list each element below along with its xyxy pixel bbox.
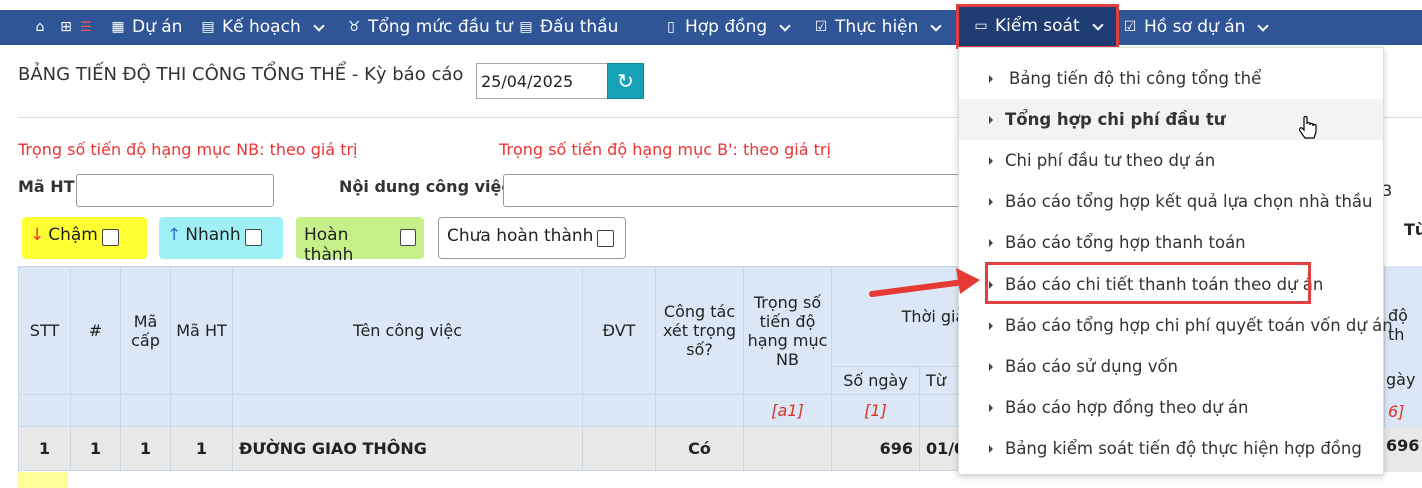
caret-right-icon (989, 239, 993, 247)
menu-item-quyet-toan-von[interactable]: Báo cáo tổng hợp chi phí quyết toán vốn … (959, 305, 1393, 346)
highlight-box (985, 262, 1311, 304)
hand-cursor-icon (1299, 116, 1317, 139)
weight-b-note: Trọng số tiến độ hạng mục B': theo giá t… (499, 140, 831, 159)
ma-ht-label: Mã HT (18, 177, 75, 196)
filter-cham[interactable]: ↓ Chậm (22, 217, 147, 259)
menu-item-bang-tien-do[interactable]: Bảng tiến độ thi công tổng thể (959, 58, 1383, 99)
nav-item-dau-thau[interactable]: ▤ Đấu thầu (518, 10, 618, 45)
row2-stt-cell (18, 472, 68, 488)
money-bag-icon: ♉ (347, 19, 361, 35)
menu-item-su-dung-von[interactable]: Báo cáo sử dụng vốn (959, 346, 1383, 387)
weight-nb-note: Trọng số tiến độ hạng mục NB: theo giá t… (18, 140, 358, 159)
cut-value: 696 (1386, 436, 1420, 455)
cut-code: 6] (1388, 402, 1405, 421)
header-hash: # (70, 266, 121, 395)
code-a1: [a1] (743, 394, 832, 427)
code-1: [1] (831, 394, 920, 427)
menu-item-tong-hop-thanh-toan[interactable]: Báo cáo tổng hợp thanh toán (959, 222, 1383, 263)
cut-header: độ th (1388, 306, 1408, 344)
nav-item-du-an[interactable]: ▦ Dự án (110, 10, 182, 45)
header-dvt: ĐVT (582, 266, 656, 395)
page-title: BẢNG TIẾN ĐỘ THI CÔNG TỔNG THỂ - Kỳ báo … (18, 64, 464, 85)
refresh-icon: ↻ (617, 69, 634, 93)
menu-item-ket-qua-lcnt[interactable]: Báo cáo tổng hợp kết quả lựa chọn nhà th… (959, 181, 1383, 222)
top-navbar: ⌂ ⊞ ☰ ▦ Dự án ▤ Kế hoạch ♉ Tổng mức đầu tư ▤… (0, 4, 1422, 49)
calendar-icon: ▤ (201, 19, 215, 35)
nav-item-hop-dong[interactable]: ▯ Hợp đồng (663, 10, 791, 45)
chevron-down-icon (1257, 19, 1270, 32)
caret-right-icon (989, 116, 993, 124)
filter-chua-hoan-thanh[interactable]: Chưa hoàn thành (438, 217, 626, 259)
caret-right-icon (989, 404, 993, 412)
nav-item-ho-so-du-an[interactable]: ☑ Hồ sơ dự án (1122, 10, 1270, 45)
cham-checkbox[interactable] (101, 229, 119, 246)
noi-dung-input[interactable] (503, 174, 963, 207)
monitor-icon: ▭ (974, 18, 988, 34)
refresh-button[interactable]: ↻ (607, 63, 644, 99)
check-icon: ☑ (814, 19, 828, 35)
chevron-down-icon (779, 19, 791, 32)
home-icon[interactable]: ⌂ (32, 10, 48, 45)
header-trong-so: Trọng số tiến độ hạng mục NB (743, 266, 832, 395)
header-ma-ht: Mã HT (170, 266, 233, 395)
progress-table: STT # Mã cấp Mã HT Tên công việc ĐVT Côn… (18, 266, 967, 471)
header-ten-cong-viec: Tên công việc (232, 266, 583, 395)
chevron-down-icon (1091, 18, 1104, 31)
caret-right-icon (989, 445, 993, 453)
caret-right-icon (989, 363, 993, 371)
nav-item-kiem-soat[interactable]: ▭ Kiểm soát (956, 4, 1119, 49)
nav-item-ke-hoach[interactable]: ▤ Kế hoạch (200, 10, 325, 45)
header-cong-tac: Công tác xét trọng số? (655, 266, 744, 395)
kiem-soat-dropdown-menu: Bảng tiến độ thi công tổng thể Tổng hợp … (958, 47, 1393, 475)
header-ma-cap: Mã cấp (120, 266, 171, 395)
caret-right-icon (989, 157, 993, 165)
menu-item-tong-hop-chi-phi[interactable]: Tổng hợp chi phí đầu tư (959, 99, 1383, 140)
chua-hoan-thanh-checkbox[interactable] (597, 230, 615, 247)
caret-right-icon (989, 198, 993, 206)
document-icon: ▯ (667, 19, 675, 35)
caret-right-icon (989, 75, 993, 83)
hoan-thanh-checkbox[interactable] (400, 229, 416, 246)
folder-check-icon: ☑ (1123, 19, 1137, 35)
nhanh-checkbox[interactable] (244, 229, 262, 246)
grid-icon[interactable]: ⊞ ☰ (58, 10, 92, 45)
nav-item-tong-muc-dau-tu[interactable]: ♉ Tổng mức đầu tư (346, 10, 513, 45)
filter-hoan-thanh[interactable]: Hoàn thành (296, 217, 424, 265)
menu-item-kiem-soat-hop-dong[interactable]: Bảng kiểm soát tiến độ thực hiện hợp đồn… (959, 428, 1383, 469)
cut-text: Từ (1404, 220, 1422, 239)
ma-ht-input[interactable] (76, 174, 274, 207)
chevron-down-icon (930, 19, 943, 32)
red-arrow-icon (869, 268, 980, 297)
menu-item-chi-phi-theo-du-an[interactable]: Chi phí đầu tư theo dự án (959, 140, 1383, 181)
chevron-down-icon (313, 19, 325, 32)
nav-item-thuc-hien[interactable]: ☑ Thực hiện (813, 10, 943, 45)
header-so-ngay: Số ngày (831, 366, 920, 395)
header-stt: STT (18, 266, 71, 395)
noi-dung-label: Nội dung công việc (339, 177, 511, 196)
list-icon: ▤ (519, 19, 533, 35)
menu-item-hop-dong-theo-du-an[interactable]: Báo cáo hợp đồng theo dự án (959, 387, 1383, 428)
report-date-input[interactable]: 25/04/2025 (476, 63, 608, 99)
caret-right-icon (989, 322, 993, 330)
building-icon: ▦ (111, 19, 125, 35)
filter-nhanh[interactable]: ↑ Nhanh (159, 217, 283, 259)
table-row[interactable]: 1 1 1 1 ĐƯỜNG GIAO THÔNG Có 696 01/0 (18, 426, 967, 471)
cut-header: gày (1386, 370, 1416, 389)
